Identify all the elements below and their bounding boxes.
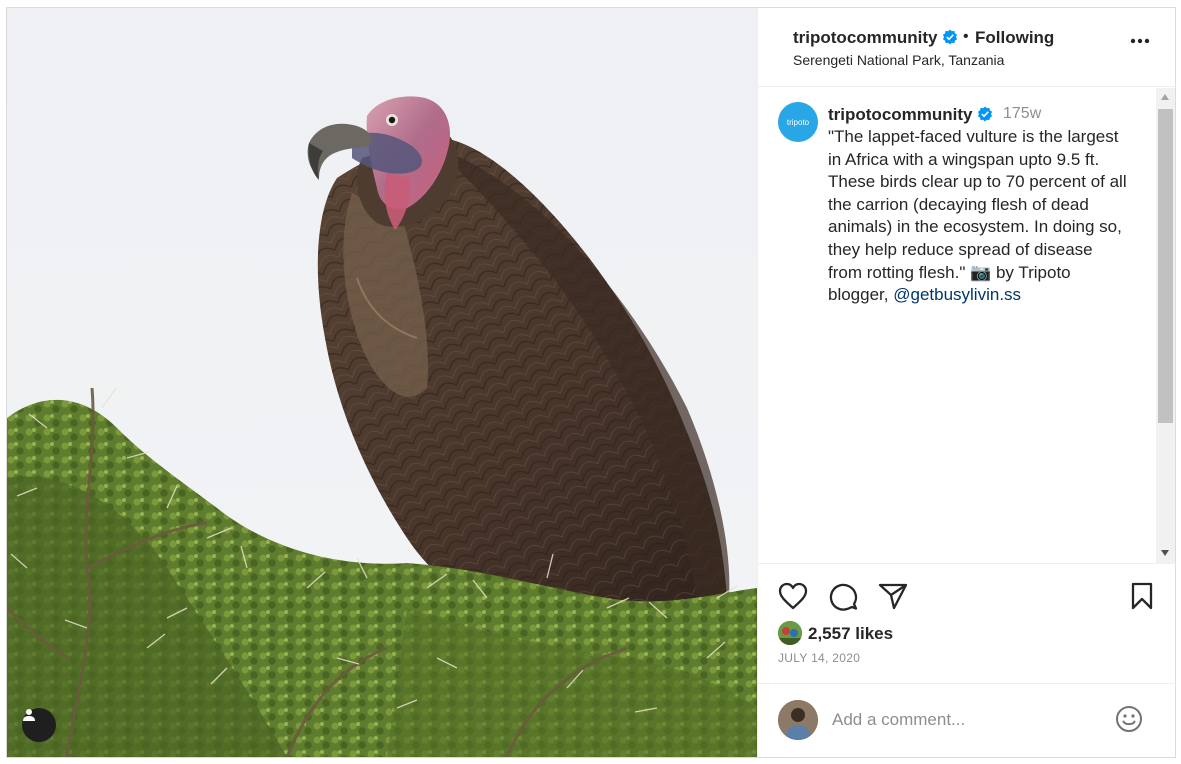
caption-username[interactable]: tripotocommunity [828,105,973,125]
comment-input[interactable] [832,706,1102,734]
heart-icon[interactable] [778,582,808,610]
scroll-down-arrow-icon[interactable] [1161,550,1169,556]
vertical-scrollbar[interactable] [1156,88,1175,564]
scroll-up-arrow-icon[interactable] [1161,94,1169,100]
caption-text: "The lappet-faced vulture is the largest… [828,126,1140,307]
current-user-avatar [778,700,818,740]
user-tag-icon [23,709,35,721]
post-date[interactable]: JULY 14, 2020 [778,651,860,665]
vulture-photo [7,8,757,757]
header-separator: • [963,28,969,45]
following-button[interactable]: Following [975,28,1054,48]
comment-bubble-icon[interactable] [828,582,858,612]
tagged-users-button[interactable] [22,708,56,742]
smiley-icon[interactable] [1115,705,1143,733]
tripoto-logo: tripoto [786,117,810,127]
author-username[interactable]: tripotocommunity [793,28,938,48]
verified-badge-icon [977,106,993,122]
liker-avatar-image [778,621,802,645]
caption-body: "The lappet-faced vulture is the largest… [828,127,1127,305]
post-dialog: tripotocommunity • Following Serengeti N… [6,7,1176,758]
caption-author-avatar[interactable]: tripoto [778,102,818,142]
post-header: tripotocommunity • Following Serengeti N… [758,8,1176,87]
current-user-avatar-image [778,700,818,740]
scrollbar-thumb[interactable] [1158,109,1173,423]
more-options-icon[interactable] [1130,38,1150,44]
caption-timestamp[interactable]: 175w [1003,105,1041,123]
paper-plane-icon[interactable] [878,582,908,610]
comment-composer [758,683,1176,757]
post-sidebar: tripotocommunity • Following Serengeti N… [757,8,1176,757]
post-location[interactable]: Serengeti National Park, Tanzania [793,52,1004,68]
caption-mention-link[interactable]: @getbusylivin.ss [893,285,1021,304]
post-photo[interactable] [7,8,757,757]
liker-avatar[interactable] [778,621,802,645]
likes-count[interactable]: 2,557 likes [808,624,893,644]
comments-scroll-area[interactable]: tripoto tripotocommunity 175w "The lappe… [758,88,1176,564]
verified-badge-icon [942,29,958,45]
action-bar [758,578,1176,618]
bookmark-icon[interactable] [1130,582,1154,610]
